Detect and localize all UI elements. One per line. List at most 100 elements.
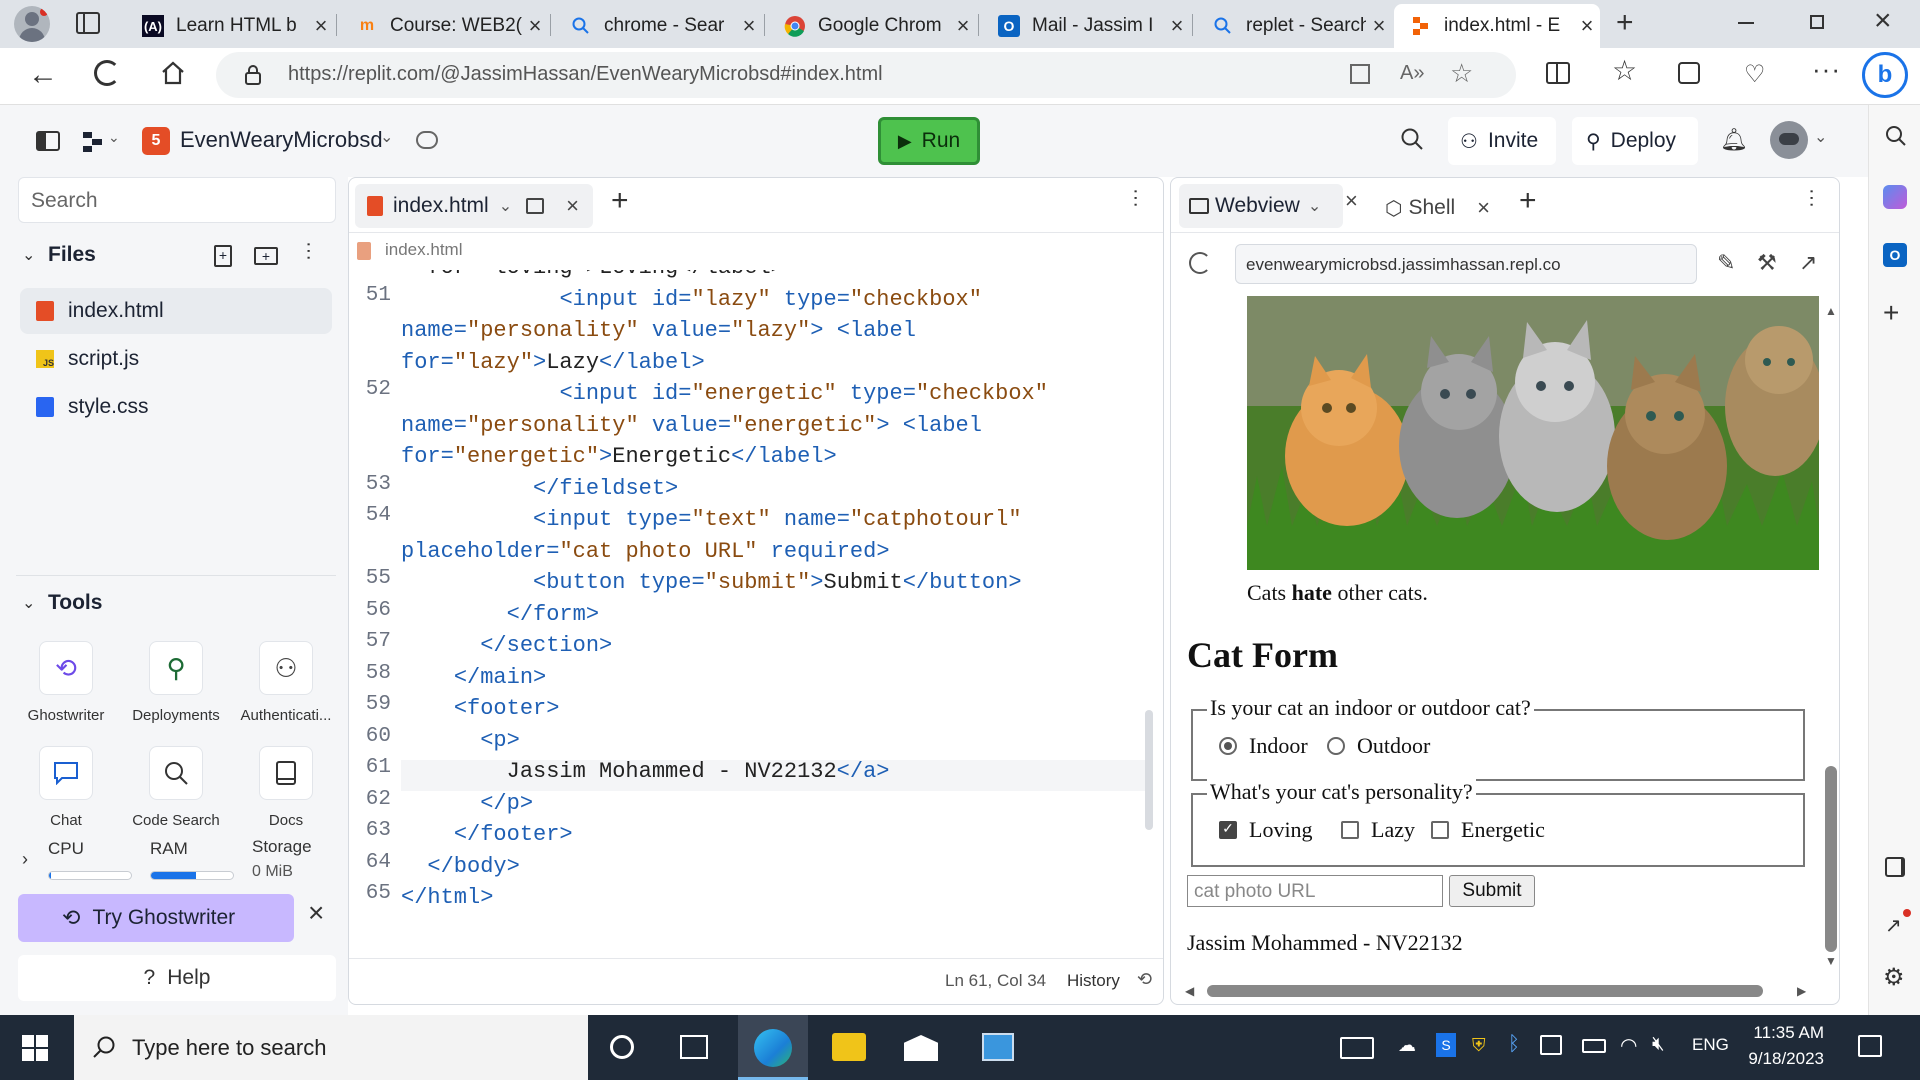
browser-essentials-icon[interactable]: ♡ bbox=[1744, 60, 1766, 89]
close-webview-tab-icon[interactable]: × bbox=[1345, 188, 1358, 214]
browser-tab-chrome-search[interactable]: chrome - Sear × bbox=[554, 6, 762, 46]
back-icon[interactable]: ← bbox=[28, 58, 58, 92]
home-icon[interactable] bbox=[160, 60, 186, 86]
collections-icon[interactable] bbox=[1678, 62, 1700, 84]
try-ghostwriter-button[interactable]: ⟲ Try Ghostwriter bbox=[18, 894, 294, 942]
editor-tab-index-html[interactable]: index.html ⌄ × bbox=[355, 184, 593, 228]
loving-checkbox[interactable]: ✓ bbox=[1219, 821, 1237, 839]
close-tab-icon[interactable]: × bbox=[1574, 13, 1600, 39]
editor-scrollbar[interactable] bbox=[1145, 710, 1153, 830]
tool-chat[interactable]: Chat bbox=[10, 746, 122, 846]
close-tab-icon[interactable]: × bbox=[308, 13, 334, 39]
browser-tab-course[interactable]: m Course: WEB2( × bbox=[340, 6, 548, 46]
code-area[interactable]: for="loving">Loving</label> 51 <input id=… bbox=[349, 270, 1155, 946]
copilot-icon[interactable] bbox=[1883, 185, 1907, 209]
editor-more-icon[interactable]: ··· bbox=[1125, 188, 1147, 208]
split-screen-icon[interactable] bbox=[1546, 62, 1570, 84]
more-icon[interactable]: ··· bbox=[1812, 54, 1841, 85]
energetic-checkbox[interactable] bbox=[1431, 821, 1449, 839]
scroll-down-arrow-icon[interactable]: ▼ bbox=[1825, 954, 1837, 968]
help-button[interactable]: ? Help bbox=[18, 955, 336, 1001]
file-outline-icon[interactable] bbox=[526, 198, 545, 214]
chevron-down-icon[interactable]: ⌄ bbox=[108, 129, 120, 146]
cortana-icon[interactable] bbox=[610, 1035, 634, 1059]
cloud-icon[interactable]: ☁ bbox=[1398, 1035, 1416, 1056]
replit-logo-icon[interactable] bbox=[82, 131, 104, 153]
tool-deployments[interactable]: ⚲ Deployments bbox=[120, 641, 232, 741]
notifications-bell-icon[interactable]: 🔔︎ bbox=[1720, 127, 1748, 153]
sidebar-search-input[interactable]: Search bbox=[18, 177, 336, 223]
close-shell-tab-icon[interactable]: × bbox=[1477, 195, 1490, 221]
profile-avatar[interactable] bbox=[14, 6, 50, 42]
browser-tab-index-html[interactable]: index.html - E × bbox=[1394, 4, 1600, 48]
new-pane-tab-icon[interactable]: + bbox=[1519, 184, 1537, 218]
refresh-icon[interactable] bbox=[94, 60, 120, 86]
avatar-chevron-icon[interactable]: ⌄ bbox=[1814, 127, 1827, 147]
close-tab-icon[interactable]: × bbox=[1164, 13, 1190, 39]
minimize-button[interactable] bbox=[1738, 22, 1754, 24]
scroll-left-arrow-icon[interactable]: ◀ bbox=[1185, 984, 1194, 998]
files-collapse-chevron-icon[interactable]: ⌄ bbox=[22, 245, 35, 265]
dismiss-ghostwriter-icon[interactable]: × bbox=[308, 897, 324, 929]
edit-icon[interactable]: ✎ bbox=[1717, 250, 1735, 276]
read-aloud-icon[interactable]: A» bbox=[1400, 62, 1424, 85]
task-view-icon[interactable] bbox=[680, 1035, 708, 1059]
external-link-icon[interactable]: ↗ bbox=[1885, 913, 1902, 938]
user-avatar[interactable] bbox=[1770, 121, 1808, 159]
file-item-script-js[interactable]: JS script.js bbox=[20, 336, 332, 382]
control-panel-icon[interactable] bbox=[982, 1033, 1014, 1061]
outlook-icon[interactable]: O bbox=[1883, 243, 1907, 267]
submit-button[interactable]: Submit bbox=[1449, 875, 1535, 907]
hide-sidebar-icon[interactable] bbox=[1885, 857, 1905, 877]
chevron-down-icon[interactable]: ⌄ bbox=[499, 196, 512, 216]
invite-button[interactable]: ⚇ Invite bbox=[1448, 117, 1556, 165]
tool-code-search[interactable]: Code Search bbox=[120, 746, 232, 846]
webview-more-icon[interactable]: ··· bbox=[1801, 188, 1823, 208]
chevron-down-icon[interactable]: ⌄ bbox=[1308, 196, 1321, 216]
repl-menu-chevron-icon[interactable]: ⌄ bbox=[380, 127, 393, 147]
indoor-radio[interactable] bbox=[1219, 737, 1237, 755]
battery-icon[interactable] bbox=[1582, 1039, 1606, 1053]
security-icon[interactable]: ⛨ bbox=[1472, 1035, 1486, 1056]
browser-tab-learn-html[interactable]: (A) Learn HTML b × bbox=[126, 6, 334, 46]
history-button[interactable]: History bbox=[1067, 971, 1120, 991]
webview-horizontal-scrollbar[interactable] bbox=[1207, 985, 1763, 997]
shell-tab[interactable]: ⬡ Shell × bbox=[1385, 190, 1541, 226]
lazy-checkbox[interactable] bbox=[1341, 821, 1359, 839]
add-sidebar-app-icon[interactable]: + bbox=[1883, 297, 1899, 329]
file-explorer-icon[interactable] bbox=[832, 1033, 866, 1061]
webview-tab[interactable]: Webview ⌄ bbox=[1179, 184, 1343, 228]
notifications-icon[interactable] bbox=[1858, 1035, 1882, 1057]
bluetooth-icon[interactable]: ᛒ bbox=[1508, 1033, 1520, 1056]
open-new-window-icon[interactable]: ↗ bbox=[1799, 250, 1817, 276]
close-tab-icon[interactable]: × bbox=[950, 13, 976, 39]
refresh-webview-icon[interactable] bbox=[1189, 252, 1211, 274]
restore-button[interactable] bbox=[1810, 15, 1824, 29]
taskbar-search-box[interactable]: Type here to search bbox=[74, 1015, 588, 1080]
clock-date[interactable]: 9/18/2023 bbox=[1740, 1049, 1824, 1069]
deploy-button[interactable]: ⚲ Deploy bbox=[1572, 117, 1698, 165]
address-bar[interactable]: https://replit.com/@JassimHassan/EvenWea… bbox=[216, 52, 1516, 98]
tab-actions-icon[interactable] bbox=[76, 12, 100, 34]
search-icon[interactable] bbox=[1400, 127, 1424, 151]
close-tab-icon[interactable]: × bbox=[1366, 13, 1392, 39]
run-button[interactable]: ▶ Run bbox=[878, 117, 980, 165]
new-file-icon[interactable]: + bbox=[214, 245, 232, 267]
clock-time[interactable]: 11:35 AM bbox=[1740, 1023, 1824, 1043]
new-tab-button[interactable]: + bbox=[1616, 6, 1634, 40]
webview-url-bar[interactable]: evenwearymicrobsd.jassimhassan.repl.co bbox=[1235, 244, 1697, 284]
taskbar-edge[interactable] bbox=[738, 1015, 808, 1080]
bing-chat-icon[interactable]: b bbox=[1862, 52, 1908, 98]
browser-tab-replet-search[interactable]: replet - Search × bbox=[1196, 6, 1392, 46]
scroll-up-arrow-icon[interactable]: ▲ bbox=[1825, 304, 1837, 318]
volume-muted-icon[interactable]: 🔇︎ bbox=[1652, 1033, 1665, 1056]
repl-name[interactable]: EvenWearyMicrobsd bbox=[180, 127, 383, 153]
devtools-wrench-icon[interactable]: ⚒ bbox=[1757, 250, 1777, 276]
shield-s-icon[interactable]: S bbox=[1436, 1033, 1456, 1057]
cat-photo-url-input[interactable]: cat photo URL bbox=[1187, 875, 1443, 907]
news-icon[interactable] bbox=[1340, 1037, 1374, 1059]
browser-tab-google-chrome[interactable]: Google Chrom × bbox=[768, 6, 976, 46]
wifi-icon[interactable]: ◠ bbox=[1620, 1033, 1637, 1058]
browser-tab-mail[interactable]: O Mail - Jassim I × bbox=[982, 6, 1190, 46]
language-indicator[interactable]: ENG bbox=[1692, 1035, 1729, 1055]
